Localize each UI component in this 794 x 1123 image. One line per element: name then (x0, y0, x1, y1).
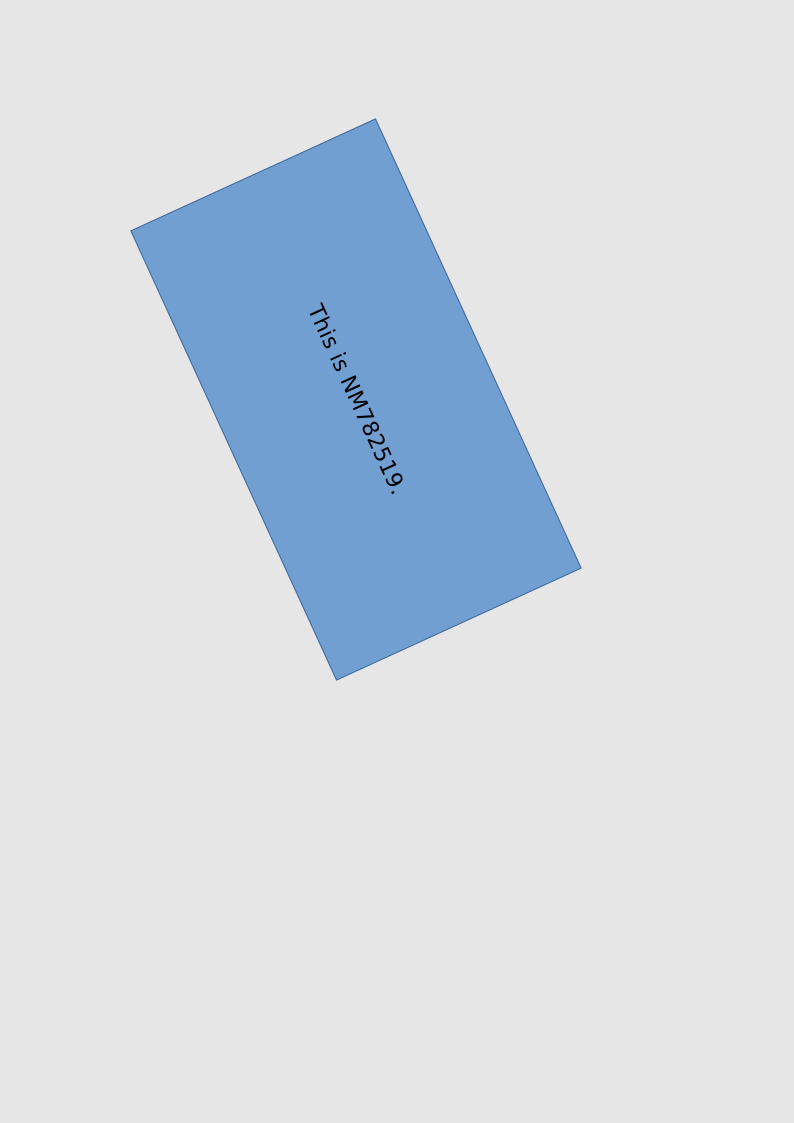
rotated-rectangle-shape: This is NM782519. (130, 117, 582, 681)
document-page: This is NM782519. (0, 0, 794, 1123)
shape-text: This is NM782519. (301, 299, 411, 499)
